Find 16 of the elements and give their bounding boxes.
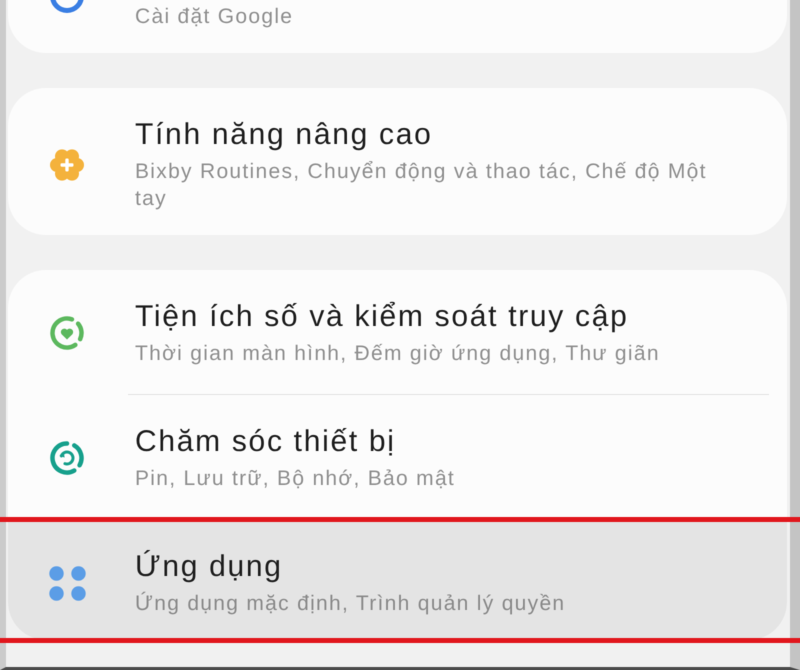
item-subtitle: Bixby Routines, Chuyển động và thao tác, Chế độ Một tay [135, 159, 708, 212]
item-subtitle: Thời gian màn hình, Đếm giờ ứng dụng, Thư giãn [135, 341, 660, 367]
four-dots-icon [48, 566, 86, 600]
item-title: Tiện ích số và kiểm soát truy cập [135, 299, 630, 335]
settings-item[interactable]: Tính năng nâng cao Bixby Routines, Chuyển động và thao tác, Chế độ Một tay [8, 88, 787, 235]
item-subtitle: Pin, Lưu trữ, Bộ nhớ, Bảo mật [135, 466, 456, 492]
item-title: Ứng dụng [135, 549, 284, 585]
item-subtitle: Ứng dụng mặc định, Trình quản lý quyền [135, 590, 566, 617]
item-title: Chăm sóc thiết bị [135, 424, 397, 460]
refresh-ring-icon [50, 441, 84, 475]
heart-ring-icon [50, 316, 84, 350]
item-subtitle: Cài đặt Google [135, 4, 294, 30]
flower-plus-icon [50, 148, 84, 182]
settings-item[interactable]: Tiện ích số và kiểm soát truy cập Thời gian màn hình, Đếm giờ ứng dụng, Thư giãn [8, 270, 787, 394]
settings-item[interactable]: Chăm sóc thiết bị Pin, Lưu trữ, Bộ nhớ, Bảo mật [8, 395, 787, 519]
item-title: Tính năng nâng cao [135, 117, 434, 153]
